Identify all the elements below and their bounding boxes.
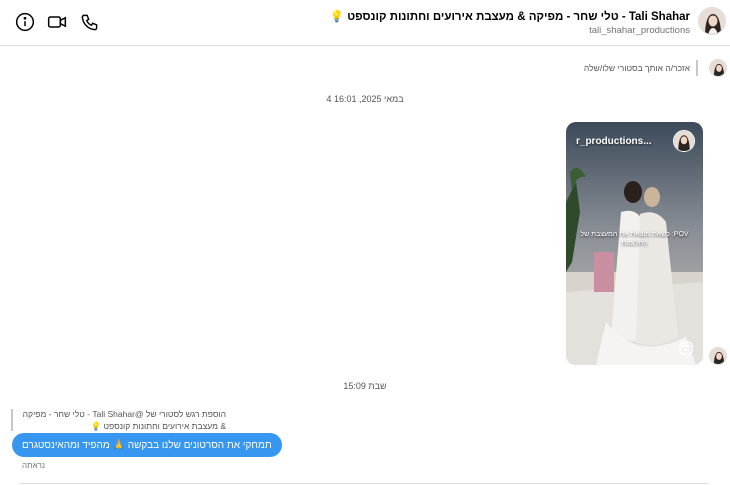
reel-icon [678, 340, 694, 356]
chat-header: Tali Shahar - טלי שחר - מפיקה & מעצבת אי… [0, 0, 730, 46]
video-call-icon[interactable] [46, 11, 68, 33]
header-actions [14, 11, 100, 33]
message-bubble[interactable]: תמחקי את הסרטונים שלנו בבקשה 🙏 מהפיד ומה… [12, 433, 282, 457]
story-mention-text: אזכר/ה אותך בסטורי שלו/שלה [583, 63, 690, 73]
header-user-info[interactable]: Tali Shahar - טלי שחר - מפיקה & מעצבת אי… [330, 9, 690, 36]
seen-status: נראתה [22, 461, 46, 470]
phone-icon[interactable] [78, 11, 100, 33]
avatar[interactable] [709, 347, 727, 365]
avatar [673, 130, 695, 152]
header-handle: tali_shahar_productions [589, 25, 690, 36]
reply-divider [11, 409, 13, 431]
story-mention-note: אזכר/ה אותך בסטורי שלו/שלה [584, 60, 698, 76]
story-title: r_productions... [576, 136, 652, 147]
timestamp: שבת 15:09 [343, 381, 387, 391]
story-caption: POV: כשאת מוצאת את המעצבת של החלומות [580, 231, 689, 248]
reply-divider [696, 60, 698, 76]
info-icon[interactable] [14, 11, 36, 33]
avatar[interactable] [709, 59, 727, 77]
header-username: Tali Shahar - טלי שחר - מפיקה & מעצבת אי… [329, 11, 690, 23]
timestamp: 4 במאי 2025, 16:01 [326, 94, 404, 104]
avatar[interactable] [698, 7, 726, 35]
story-preview-card[interactable]: r_productions... POV: כשאת מוצאת את המעצ… [566, 122, 703, 365]
composer-divider [20, 483, 708, 484]
story-reaction-note: הוספת רגש לסטורי של @Tali Shahar - טלי ש… [22, 409, 226, 432]
